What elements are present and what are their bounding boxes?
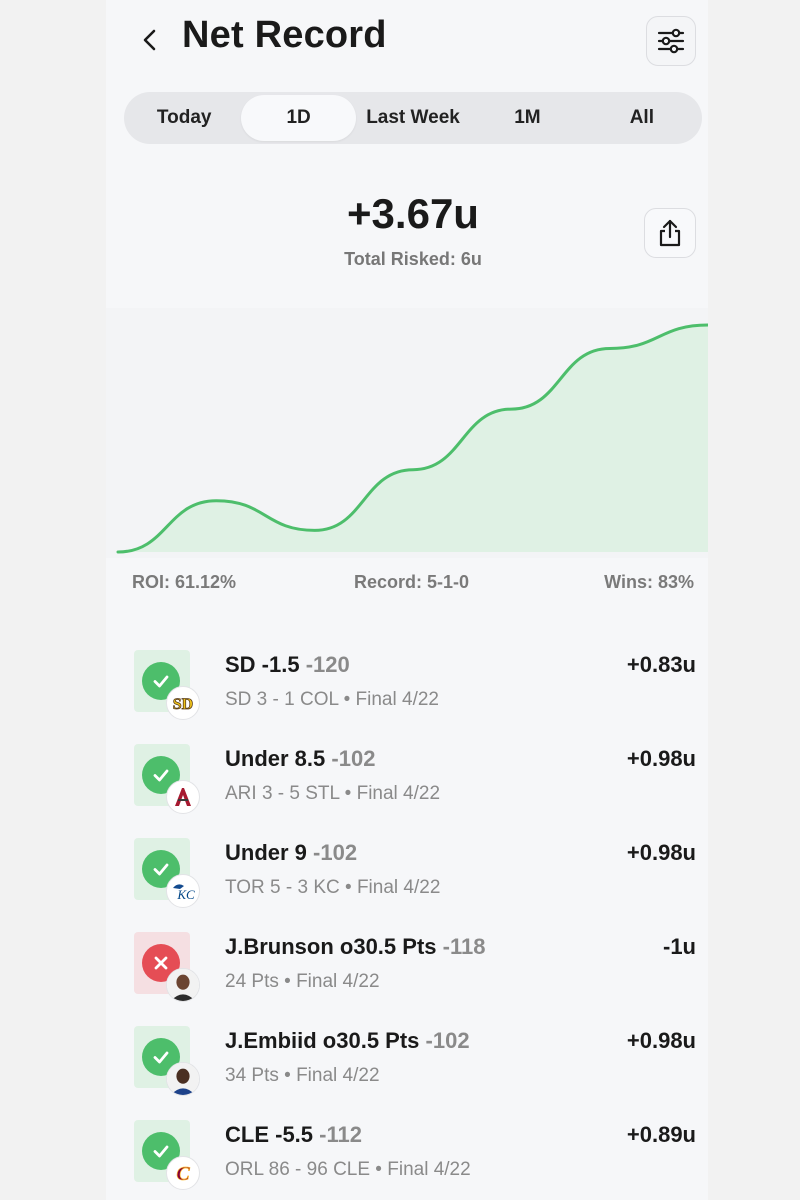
bet-pick-text: J.Brunson o30.5 Pts (225, 934, 437, 959)
bet-detail: ARI 3 - 5 STL • Final 4/22 (225, 783, 441, 804)
sliders-icon (657, 28, 685, 54)
bet-pick-text: CLE -5.5 (225, 1122, 314, 1147)
bet-pick-text: SD -1.5 (225, 652, 300, 677)
bet-odds: -120 (305, 652, 350, 677)
tab-all[interactable]: All (585, 95, 699, 141)
chart-area-fill (118, 325, 708, 552)
bet-result: +0.98u (626, 746, 696, 771)
share-button[interactable] (644, 208, 696, 258)
net-record-chart (106, 308, 708, 558)
bet-odds: -102 (331, 746, 376, 771)
bet-pick: J.Brunson o30.5 Pts -118 (225, 934, 485, 960)
bet-row[interactable]: C CLE -5.5 -112 ORL 86 - 96 CLE • Final … (106, 1086, 708, 1190)
bet-result: +0.98u (626, 1028, 696, 1053)
header: Net Record (106, 0, 708, 80)
bet-result: +0.89u (626, 1122, 696, 1147)
bet-detail: 34 Pts • Final 4/22 (225, 1065, 380, 1086)
share-icon (659, 219, 681, 247)
bet-odds: -118 (442, 934, 486, 959)
record-stat: Record: 5-1-0 (354, 572, 470, 592)
net-units-value: +3.67u (347, 190, 479, 237)
tab-today[interactable]: Today (127, 95, 241, 141)
right-margin (708, 0, 800, 1200)
period-tabs: Today 1D Last Week 1M All (124, 92, 702, 144)
stats-row: ROI: 61.12% Record: 5-1-0 Wins: 83% (106, 572, 708, 598)
bet-result: +0.83u (626, 652, 696, 677)
bet-pick: Under 8.5 -102 (225, 746, 375, 772)
bet-row[interactable]: J.Embiid o30.5 Pts -102 34 Pts • Final 4… (106, 992, 708, 1096)
bet-detail: ORL 86 - 96 CLE • Final 4/22 (225, 1159, 471, 1180)
bet-row[interactable]: SD SD -1.5 -120 SD 3 - 1 COL • Final 4/2… (106, 616, 708, 720)
page-title: Net Record (182, 14, 387, 56)
left-margin (0, 0, 106, 1200)
net-record-screen: Net Record Today 1D Last Week 1M All +3.… (106, 0, 708, 1200)
back-button[interactable] (132, 22, 168, 58)
bet-result: +0.98u (626, 840, 696, 865)
bet-pick-text: Under 9 (225, 840, 307, 865)
total-risked-label: Total Risked: 6u (344, 249, 482, 269)
bet-row[interactable]: J.Brunson o30.5 Pts -118 24 Pts • Final … (106, 898, 708, 1002)
svg-text:C: C (176, 1163, 190, 1185)
filter-button[interactable] (646, 16, 696, 66)
wins-stat: Wins: 83% (604, 572, 694, 592)
bet-odds: -102 (425, 1028, 470, 1053)
bet-pick: SD -1.5 -120 (225, 652, 350, 678)
chevron-left-icon (143, 29, 156, 51)
tab-last-week[interactable]: Last Week (356, 95, 470, 141)
bet-odds: -112 (319, 1122, 362, 1147)
cavaliers-logo-icon: C (166, 1156, 200, 1190)
bet-result: -1u (663, 934, 696, 959)
chart-svg (116, 323, 708, 554)
bet-detail: SD 3 - 1 COL • Final 4/22 (225, 689, 439, 710)
tab-1d[interactable]: 1D (241, 95, 356, 141)
bet-odds: -102 (313, 840, 358, 865)
bet-detail: 24 Pts • Final 4/22 (225, 971, 380, 992)
bet-pick-text: Under 8.5 (225, 746, 326, 771)
roi-stat: ROI: 61.12% (132, 572, 237, 592)
bet-detail: TOR 5 - 3 KC • Final 4/22 (225, 877, 441, 898)
bet-pick: J.Embiid o30.5 Pts -102 (225, 1028, 470, 1054)
bets-list: SD SD -1.5 -120 SD 3 - 1 COL • Final 4/2… (106, 616, 708, 1200)
bet-pick: CLE -5.5 -112 (225, 1122, 362, 1148)
bet-pick: Under 9 -102 (225, 840, 357, 866)
bet-pick-text: J.Embiid o30.5 Pts (225, 1028, 420, 1053)
bet-row[interactable]: KC Under 9 -102 TOR 5 - 3 KC • Final 4/2… (106, 804, 708, 908)
tab-1m[interactable]: 1M (470, 95, 584, 141)
bet-row[interactable]: Under 8.5 -102 ARI 3 - 5 STL • Final 4/2… (106, 710, 708, 814)
